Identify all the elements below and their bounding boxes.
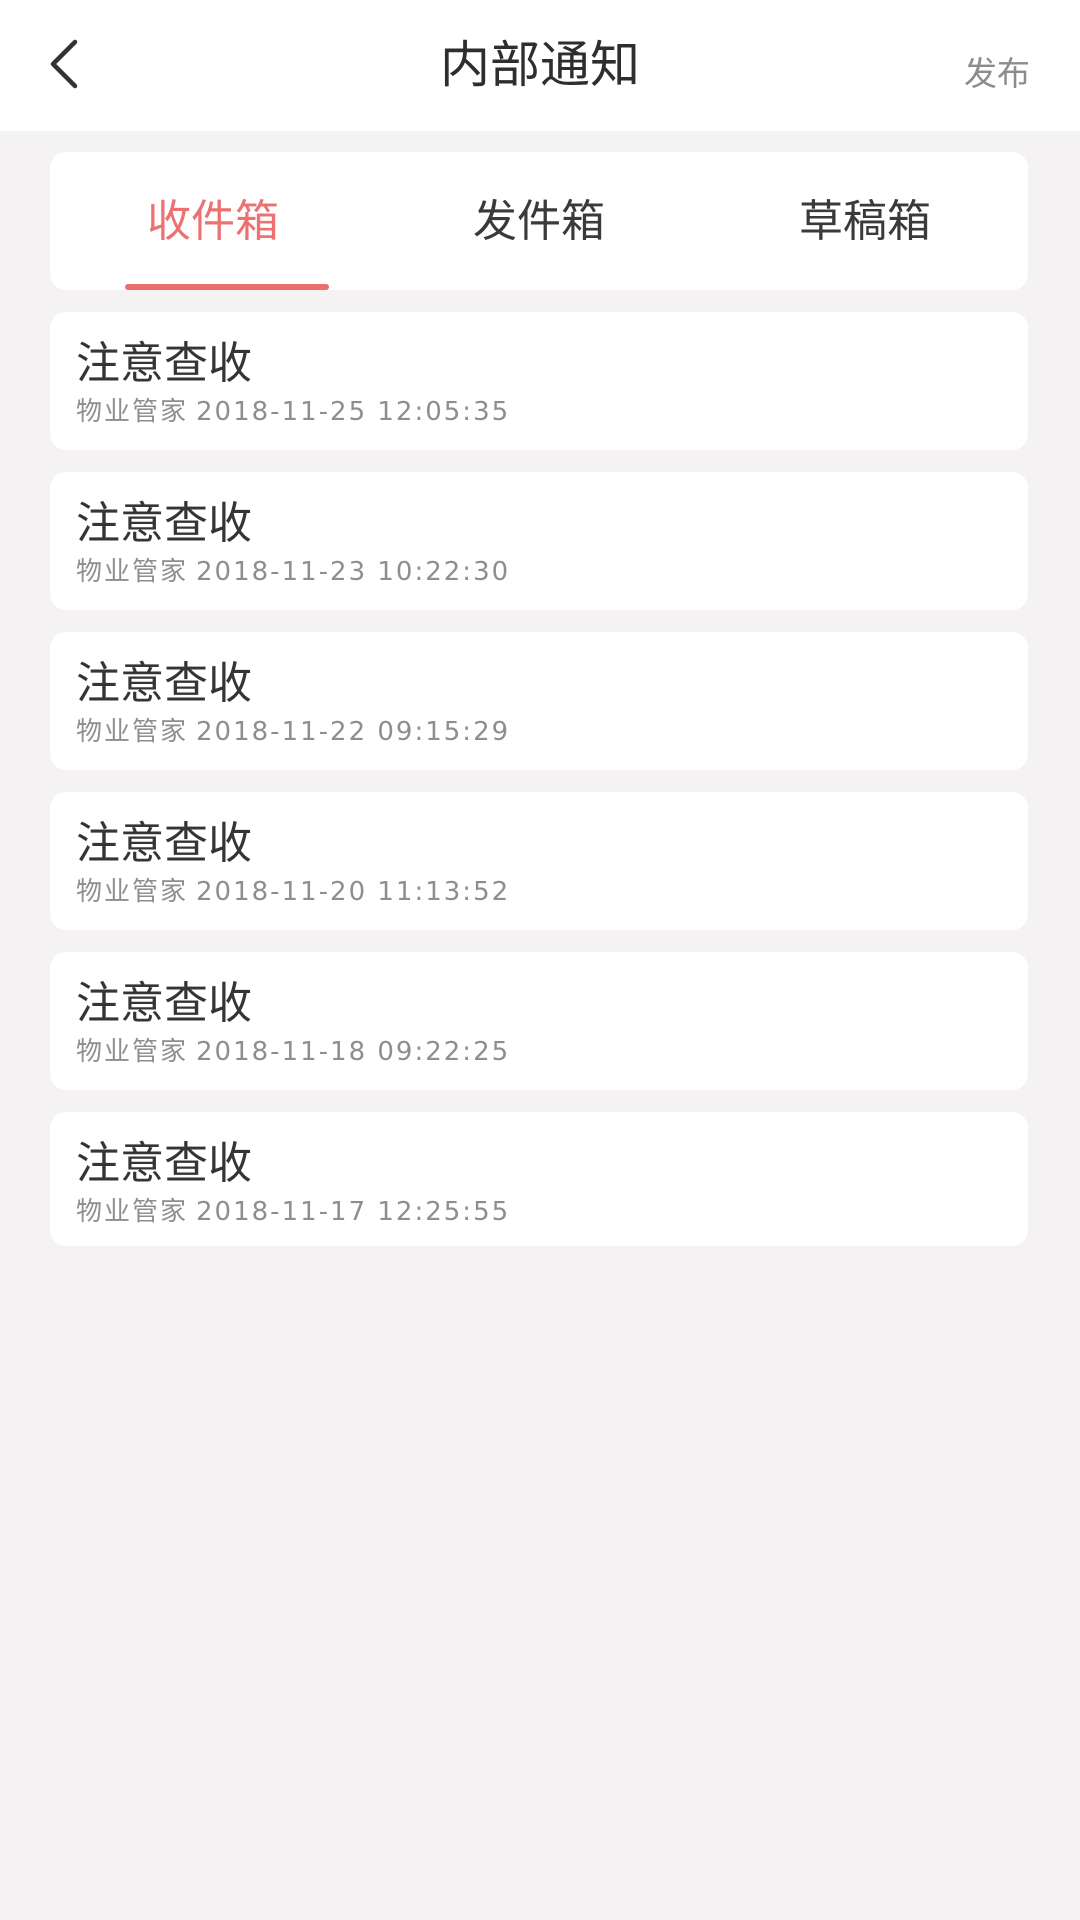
notice-sender: 物业管家 (76, 557, 189, 587)
notice-sender: 物业管家 (76, 1037, 189, 1067)
notice-meta: 物业管家 2018-11-20 11:13:52 (76, 874, 510, 910)
notice-title: 注意查收 (76, 978, 252, 1029)
tab-inbox-label: 收件箱 (147, 196, 279, 247)
notice-meta: 物业管家 2018-11-23 10:22:30 (76, 554, 510, 590)
notice-sender: 物业管家 (76, 1197, 189, 1227)
notice-list: 注意查收 物业管家 2018-11-25 12:05:35 注意查收 物业管家 20… (50, 312, 1028, 1268)
notice-datetime: 2018-11-18 09:22:25 (196, 1037, 511, 1067)
notice-title: 注意查收 (76, 1138, 252, 1189)
notice-meta: 物业管家 2018-11-18 09:22:25 (76, 1034, 510, 1070)
tab-drafts[interactable]: 草稿箱 (702, 152, 1028, 290)
notice-meta: 物业管家 2018-11-22 09:15:29 (76, 714, 510, 750)
page-title: 内部通知 (440, 36, 640, 94)
active-tab-indicator (125, 284, 329, 290)
notice-item[interactable]: 注意查收 物业管家 2018-11-25 12:05:35 (50, 312, 1028, 450)
notice-sender: 物业管家 (76, 717, 189, 747)
notice-datetime: 2018-11-23 10:22:30 (196, 557, 511, 587)
notice-item[interactable]: 注意查收 物业管家 2018-11-20 11:13:52 (50, 792, 1028, 930)
notice-title: 注意查收 (76, 338, 252, 389)
notice-sender: 物业管家 (76, 397, 189, 427)
mailbox-tabs: 收件箱 发件箱 草稿箱 (50, 152, 1028, 290)
notice-meta: 物业管家 2018-11-25 12:05:35 (76, 394, 510, 430)
notice-title: 注意查收 (76, 658, 252, 709)
tab-inbox[interactable]: 收件箱 (50, 152, 376, 290)
notice-title: 注意查收 (76, 818, 252, 869)
notice-datetime: 2018-11-22 09:15:29 (196, 717, 511, 747)
notice-item[interactable]: 注意查收 物业管家 2018-11-22 09:15:29 (50, 632, 1028, 770)
notice-meta: 物业管家 2018-11-17 12:25:55 (76, 1194, 510, 1230)
publish-button[interactable]: 发布 (964, 50, 1030, 98)
notice-datetime: 2018-11-20 11:13:52 (196, 877, 511, 907)
notice-datetime: 2018-11-25 12:05:35 (196, 397, 511, 427)
notice-item[interactable]: 注意查收 物业管家 2018-11-17 12:25:55 (50, 1112, 1028, 1246)
notice-datetime: 2018-11-17 12:25:55 (196, 1197, 511, 1227)
tab-sent[interactable]: 发件箱 (376, 152, 702, 290)
notice-title: 注意查收 (76, 498, 252, 549)
tab-sent-label: 发件箱 (473, 196, 605, 247)
notice-item[interactable]: 注意查收 物业管家 2018-11-18 09:22:25 (50, 952, 1028, 1090)
notice-sender: 物业管家 (76, 877, 189, 907)
header-bar: 内部通知 发布 (0, 0, 1080, 131)
notice-item[interactable]: 注意查收 物业管家 2018-11-23 10:22:30 (50, 472, 1028, 610)
tab-drafts-label: 草稿箱 (799, 196, 931, 247)
